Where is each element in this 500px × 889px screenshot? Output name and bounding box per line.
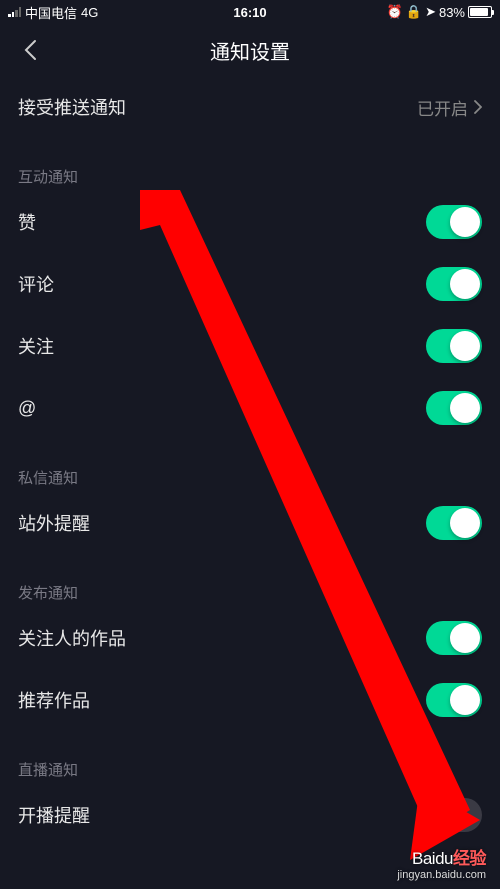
status-time: 16:10 — [233, 5, 266, 20]
status-right: ⏰ 🔒 ➤ 83% — [387, 4, 492, 20]
watermark-url: jingyan.baidu.com — [397, 869, 486, 881]
live-start-label: 开播提醒 — [18, 802, 90, 828]
location-icon: ➤ — [425, 4, 436, 20]
followed-works-label: 关注人的作品 — [18, 625, 126, 651]
like-toggle[interactable] — [426, 205, 482, 239]
recommended-toggle[interactable] — [426, 683, 482, 717]
battery-icon — [468, 6, 492, 18]
push-label: 接受推送通知 — [18, 94, 126, 120]
like-label: 赞 — [18, 209, 36, 235]
chevron-right-icon — [474, 100, 482, 114]
chevron-left-icon — [23, 39, 37, 61]
comment-row: 评论 — [18, 253, 482, 315]
section-dm-header: 私信通知 — [18, 439, 482, 492]
watermark: Baidu经验 jingyan.baidu.com — [397, 844, 486, 881]
network-label: 4G — [81, 5, 98, 20]
comment-toggle[interactable] — [426, 267, 482, 301]
section-live-header: 直播通知 — [18, 731, 482, 784]
like-row: 赞 — [18, 191, 482, 253]
section-publish-header: 发布通知 — [18, 554, 482, 607]
follow-toggle[interactable] — [426, 329, 482, 363]
external-toggle[interactable] — [426, 506, 482, 540]
external-row: 站外提醒 — [18, 492, 482, 554]
live-start-toggle[interactable] — [426, 798, 482, 832]
watermark-brand: Baidu经验 — [397, 844, 486, 869]
external-label: 站外提醒 — [18, 510, 90, 536]
push-value: 已开启 — [417, 95, 482, 120]
mention-row: @ — [18, 377, 482, 439]
recommended-row: 推荐作品 — [18, 669, 482, 731]
followed-works-row: 关注人的作品 — [18, 607, 482, 669]
live-start-row: 开播提醒 — [18, 784, 482, 846]
follow-label: 关注 — [18, 333, 54, 359]
mention-toggle[interactable] — [426, 391, 482, 425]
page-title: 通知设置 — [210, 36, 290, 65]
recommended-label: 推荐作品 — [18, 687, 90, 713]
battery-pct: 83% — [439, 5, 465, 20]
back-button[interactable] — [15, 35, 45, 65]
followed-works-toggle[interactable] — [426, 621, 482, 655]
status-left: 中国电信 4G — [8, 3, 98, 22]
comment-label: 评论 — [18, 271, 54, 297]
content: 接受推送通知 已开启 互动通知 赞 评论 关注 @ 私信通知 站外提醒 发布通知… — [0, 76, 500, 846]
status-bar: 中国电信 4G 16:10 ⏰ 🔒 ➤ 83% — [0, 0, 500, 24]
nav-bar: 通知设置 — [0, 24, 500, 76]
signal-icon — [8, 7, 21, 17]
follow-row: 关注 — [18, 315, 482, 377]
alarm-icon: ⏰ — [387, 4, 403, 20]
mention-label: @ — [18, 398, 36, 419]
push-row[interactable]: 接受推送通知 已开启 — [18, 76, 482, 138]
lock-icon: 🔒 — [406, 4, 422, 20]
section-interaction-header: 互动通知 — [18, 138, 482, 191]
carrier-label: 中国电信 — [25, 3, 77, 22]
